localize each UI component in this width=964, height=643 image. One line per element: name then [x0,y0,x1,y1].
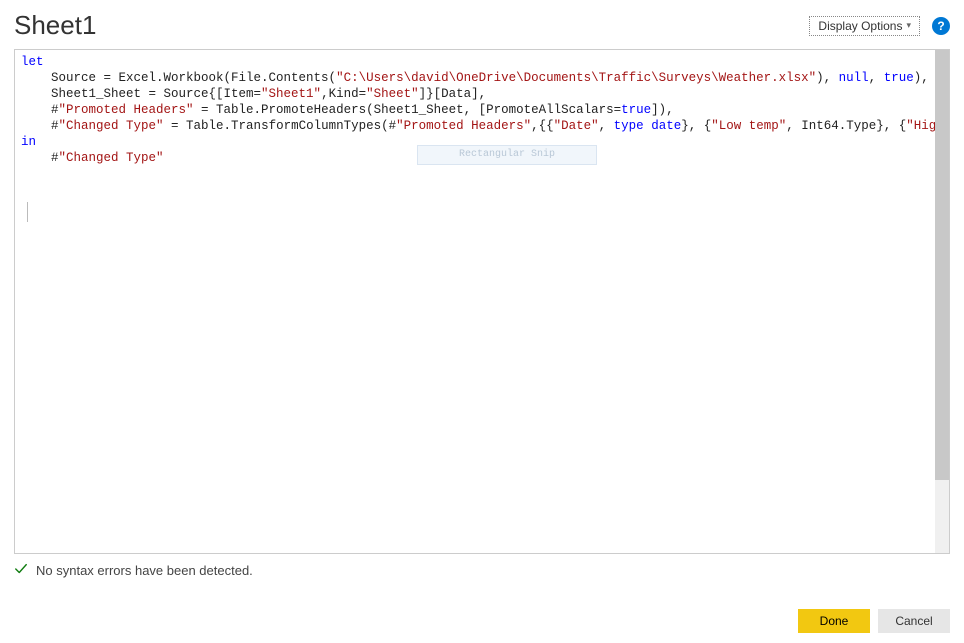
code-token: ), [914,71,929,85]
footer-buttons: Done Cancel [798,609,950,633]
code-token: "Sheet" [366,87,419,101]
code-token: , Int64.Type}, { [786,119,906,133]
scrollbar-thumb[interactable] [935,50,949,480]
code-token: # [21,151,59,165]
code-token: "Low temp" [711,119,786,133]
code-token: Source = Excel.Workbook(File.Contents( [21,71,336,85]
page-title: Sheet1 [14,10,96,41]
code-token: }, { [681,119,711,133]
status-bar: No syntax errors have been detected. [14,562,950,579]
watermark-text: Rectangular Snip [459,147,555,163]
code-token: # [21,103,59,117]
code-token: in [21,135,36,149]
checkmark-icon [14,562,28,579]
code-token: ,Kind= [321,87,366,101]
code-token: "C:\Users\david\OneDrive\Documents\Traff… [336,71,816,85]
code-token: = Table.PromoteHeaders(Sheet1_Sheet, [Pr… [194,103,622,117]
code-token: date [651,119,681,133]
code-token: true [884,71,914,85]
code-token: ,{{ [531,119,554,133]
code-token: null [839,71,869,85]
code-token: ]}[Data], [419,87,487,101]
done-button[interactable]: Done [798,609,870,633]
display-options-dropdown[interactable]: Display Options ▾ [809,16,920,36]
chevron-down-icon: ▾ [906,20,911,31]
status-message: No syntax errors have been detected. [36,563,253,578]
code-editor[interactable]: let Source = Excel.Workbook(File.Content… [14,49,950,554]
code-token: Sheet1_Sheet = Source{[Item= [21,87,261,101]
snip-watermark: Rectangular Snip [417,145,597,165]
cancel-button[interactable]: Cancel [878,609,950,633]
code-token: "Promoted Headers" [396,119,531,133]
code-token: "Promoted Headers" [59,103,194,117]
header-right: Display Options ▾ ? [809,16,950,36]
help-icon[interactable]: ? [932,17,950,35]
cursor-gutter [27,202,28,222]
code-token: "Changed Type" [59,119,164,133]
code-area[interactable]: let Source = Excel.Workbook(File.Content… [15,50,949,553]
code-token: = Table.TransformColumnTypes(# [164,119,397,133]
code-token: ), [816,71,839,85]
code-token: true [621,103,651,117]
code-token: "Date" [554,119,599,133]
code-token: "Sheet1" [261,87,321,101]
vertical-scrollbar[interactable] [935,50,949,553]
code-token: # [21,119,59,133]
header: Sheet1 Display Options ▾ ? [0,0,964,49]
code-token: , [869,71,884,85]
code-token: "Changed Type" [59,151,164,165]
code-token: ]), [651,103,674,117]
code-token: let [21,55,44,69]
code-token: type [614,119,644,133]
display-options-label: Display Options [818,19,902,33]
code-token: , [599,119,614,133]
